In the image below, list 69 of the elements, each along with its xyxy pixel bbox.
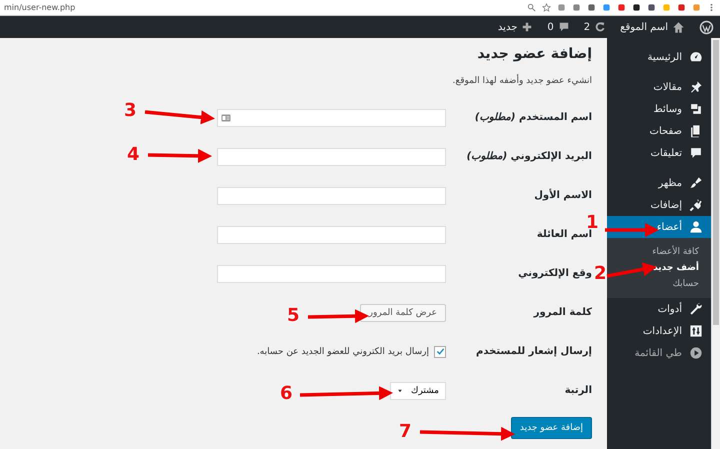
field-label: اسم العائلة	[536, 229, 592, 240]
plus-icon	[521, 21, 534, 33]
zoom-icon	[527, 3, 536, 12]
menu-item[interactable]: الإعدادات	[607, 320, 711, 342]
user-icon	[689, 220, 703, 234]
comment-icon	[689, 146, 703, 160]
step-number: 3	[124, 100, 137, 121]
annotation-arrow	[605, 223, 659, 237]
page-title: إضافة عضو جديد	[476, 46, 592, 62]
brush-icon	[689, 176, 703, 190]
sliders-icon	[689, 324, 703, 338]
wrench-icon	[689, 302, 703, 316]
step-number: 5	[287, 305, 300, 326]
menu-item[interactable]: تعليقات	[607, 142, 711, 164]
input-field[interactable]	[217, 186, 446, 204]
add-user-button[interactable]: إضافة عضو جديد	[510, 417, 592, 439]
dashboard-icon	[689, 50, 703, 64]
menu-item[interactable]: مقالات	[607, 76, 711, 98]
plug-icon	[689, 198, 703, 212]
field-label: إرسال إشعار للمستخدم	[475, 346, 592, 357]
input-field[interactable]	[217, 108, 446, 126]
menu-item[interactable]: إضافات	[607, 194, 711, 216]
menu-item[interactable]: الرئيسية	[607, 46, 711, 68]
field-label: كلمة المرور	[532, 307, 592, 318]
field-label: الرتبة	[564, 385, 592, 396]
field-label: اسم المستخدم (مطلوب)	[474, 112, 592, 123]
comments-count[interactable]: 0	[547, 22, 554, 32]
input-field[interactable]	[217, 264, 446, 282]
new-link[interactable]: جديد	[498, 22, 518, 32]
comment-icon	[558, 21, 570, 33]
menu-item[interactable]: أدوات	[607, 298, 711, 320]
show-password-button[interactable]: عرض كلمة المرور	[360, 304, 446, 322]
pushpin-icon	[689, 80, 703, 94]
menu-item[interactable]: صفحات	[607, 120, 711, 142]
site-name-link[interactable]: اسم الموقع	[620, 22, 668, 32]
checkbox-label: إرسال بريد الكتروني للعضو الجديد عن حسابه.	[256, 346, 429, 356]
refresh-icon	[594, 21, 606, 33]
submenu-item[interactable]: أضف جديد	[607, 260, 711, 276]
input-field[interactable]	[217, 226, 446, 244]
play-circle-icon	[689, 346, 703, 360]
submenu-item[interactable]: حسابك	[607, 276, 711, 292]
media-icon	[689, 102, 703, 116]
input-field[interactable]	[217, 148, 446, 166]
contact-card-icon	[221, 112, 231, 122]
field-label: وقع الإلكتروني	[517, 268, 592, 279]
checkbox[interactable]	[434, 346, 446, 358]
submenu-item[interactable]: كافة الأعضاء	[607, 244, 711, 260]
scrollbar[interactable]	[711, 38, 720, 449]
annotation-arrow	[148, 148, 212, 163]
step-number: 6	[280, 383, 293, 404]
step-number: 4	[127, 144, 140, 165]
check-icon	[436, 347, 444, 356]
role-dropdown[interactable]: مشترك	[390, 382, 446, 400]
step-number: 2	[594, 263, 607, 284]
page-description: انشيء عضو جديد وأضفه لهذا الموقع.	[452, 76, 592, 86]
menu-item[interactable]: أعضاء	[607, 216, 711, 238]
wordpress-logo-icon	[699, 20, 714, 34]
home-icon	[672, 20, 685, 34]
collapse-menu-item[interactable]: طي القائمة	[607, 342, 711, 364]
field-label: البريد الإلكتروني (مطلوب)	[466, 151, 592, 162]
annotation-arrow	[308, 309, 369, 324]
annotation-arrow	[144, 110, 215, 124]
caret-icon	[397, 388, 404, 394]
menu-item[interactable]: مظهر	[607, 172, 711, 194]
menu-item[interactable]: وسائط	[607, 98, 711, 120]
star-icon	[542, 3, 551, 12]
updates-count[interactable]: 2	[584, 22, 590, 32]
field-label: الاسم الأول	[533, 190, 592, 201]
step-number: 7	[399, 421, 412, 442]
